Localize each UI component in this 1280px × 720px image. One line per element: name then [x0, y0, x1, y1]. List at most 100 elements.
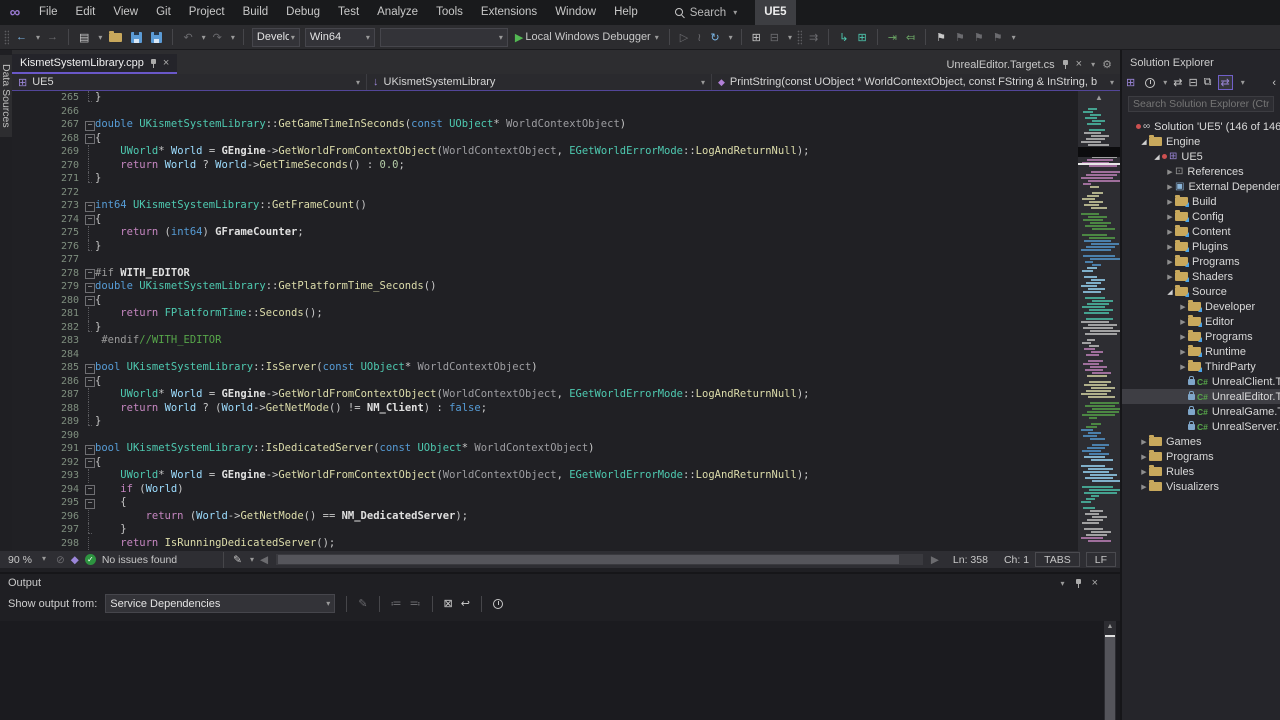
platform-combobox[interactable]: Win64▾ — [305, 28, 375, 47]
pending-changes-filter-icon[interactable] — [1145, 78, 1155, 88]
tree-item-unrealeditor-targ[interactable]: C#UnrealEditor.Targ — [1122, 389, 1280, 404]
fold-collapse-icon[interactable] — [84, 294, 95, 308]
code-line[interactable]: 288 return World ? (World->GetNetMode() … — [58, 402, 1120, 416]
menu-item-git[interactable]: Git — [147, 0, 180, 25]
expander-icon[interactable]: ▶ — [1139, 468, 1149, 476]
code-line[interactable]: 291bool UKismetSystemLibrary::IsDedicate… — [58, 442, 1120, 456]
start-without-debugging-button[interactable]: ▷ — [678, 29, 690, 46]
tree-item-content[interactable]: ▶Content — [1122, 224, 1280, 239]
code-line[interactable]: 286{ — [58, 375, 1120, 389]
expander-icon[interactable]: ▶ — [1178, 348, 1188, 356]
output-content[interactable]: ▲ — [0, 621, 1120, 720]
no-preview-icon[interactable]: ⊘ — [56, 554, 65, 566]
chevron-down-icon[interactable]: ▾ — [1012, 33, 1016, 42]
expander-icon[interactable]: ▶ — [1165, 243, 1175, 251]
show-all-files-icon[interactable]: ⧉ — [1204, 76, 1212, 89]
toolbar-overflow-icon[interactable]: ‹ — [1272, 77, 1276, 89]
tree-item-source[interactable]: ◢Source — [1122, 284, 1280, 299]
scroll-right-icon[interactable]: ▶ — [931, 554, 939, 566]
attach-icon[interactable]: ⇉ — [807, 29, 820, 46]
code-line[interactable]: 276} — [58, 240, 1120, 254]
tree-item-engine[interactable]: ◢Engine — [1122, 134, 1280, 149]
expander-icon[interactable]: ▶ — [1165, 228, 1175, 236]
chevron-down-icon[interactable]: ▾ — [36, 33, 40, 42]
fold-collapse-icon[interactable] — [84, 442, 95, 456]
menu-item-analyze[interactable]: Analyze — [368, 0, 427, 25]
expander-icon[interactable]: ▶ — [1165, 213, 1175, 221]
expander-icon[interactable]: ▶ — [1178, 318, 1188, 326]
sync-forward-icon[interactable]: ⇥ — [886, 29, 899, 46]
scroll-up-icon[interactable]: ▲ — [1078, 93, 1120, 102]
expander-icon[interactable]: ▶ — [1165, 168, 1175, 176]
previous-bookmark-button[interactable]: ⚑ — [953, 29, 967, 46]
menu-item-build[interactable]: Build — [234, 0, 278, 25]
code-line[interactable]: 271} — [58, 172, 1120, 186]
tree-item-unrealserver-targ[interactable]: C#UnrealServer.Targ — [1122, 419, 1280, 434]
fold-collapse-icon[interactable] — [84, 361, 95, 375]
code-line[interactable]: 284 — [58, 348, 1120, 362]
tree-item-plugins[interactable]: ▶Plugins — [1122, 239, 1280, 254]
expander-icon[interactable]: ▶ — [1178, 363, 1188, 371]
menu-item-extensions[interactable]: Extensions — [472, 0, 546, 25]
sync-with-active-document-icon[interactable]: ⇄ — [1218, 75, 1233, 90]
type-dropdown[interactable]: ↓ UKismetSystemLibrary ▾ — [367, 74, 712, 90]
code-line[interactable]: 289} — [58, 415, 1120, 429]
word-wrap-icon[interactable]: ↩ — [461, 597, 470, 610]
expander-icon[interactable]: ◢ — [1152, 153, 1162, 161]
tree-item-unrealgame-targ[interactable]: C#UnrealGame.Targ — [1122, 404, 1280, 419]
code-line[interactable]: 282} — [58, 321, 1120, 335]
chevron-down-icon[interactable]: ▾ — [231, 33, 235, 42]
tree-item-programs[interactable]: ▶Programs — [1122, 254, 1280, 269]
tree-item-rules[interactable]: ▶Rules — [1122, 464, 1280, 479]
navigate-forward-button[interactable]: → — [45, 29, 60, 45]
code-line[interactable]: 285bool UKismetSystemLibrary::IsServer(c… — [58, 361, 1120, 375]
code-line[interactable]: 290 — [58, 429, 1120, 443]
pin-icon[interactable] — [1075, 579, 1082, 588]
menu-item-help[interactable]: Help — [605, 0, 647, 25]
fold-collapse-icon[interactable] — [84, 375, 95, 389]
tree-item-unrealclient-targ[interactable]: C#UnrealClient.Targ — [1122, 374, 1280, 389]
code-line[interactable]: 279double UKismetSystemLibrary::GetPlatf… — [58, 280, 1120, 294]
fold-collapse-icon[interactable] — [84, 456, 95, 470]
fold-collapse-icon[interactable] — [84, 199, 95, 213]
output-source-select[interactable]: Service Dependencies▾ — [105, 594, 335, 613]
data-sources-tab[interactable]: Data Sources — [0, 55, 12, 137]
scrollbar-thumb[interactable] — [278, 555, 899, 564]
tab-kismetsystemlibrary[interactable]: KismetSystemLibrary.cpp × — [12, 54, 177, 74]
code-line[interactable]: 295 { — [58, 496, 1120, 510]
zoom-selector[interactable]: 90 %▾ — [4, 554, 50, 566]
expander-icon[interactable]: ▶ — [1139, 438, 1149, 446]
expander-icon[interactable]: ▶ — [1165, 183, 1175, 191]
tree-item-runtime[interactable]: ▶Runtime — [1122, 344, 1280, 359]
fold-collapse-icon[interactable] — [84, 280, 95, 294]
member-dropdown[interactable]: ◆ PrintString(const UObject * WorldConte… — [712, 74, 1120, 90]
code-line[interactable]: 275 return (int64) GFrameCounter; — [58, 226, 1120, 240]
line-indicator[interactable]: Ln: 358 — [953, 554, 988, 566]
tree-item-external-dependencies[interactable]: ▶▣External Dependencies — [1122, 179, 1280, 194]
column-indicator[interactable]: Ch: 1 — [1004, 554, 1029, 566]
expander-icon[interactable]: ▶ — [1139, 453, 1149, 461]
scrollbar-thumb[interactable] — [1105, 635, 1115, 720]
sync-back-icon[interactable]: ⤆ — [904, 29, 917, 46]
search-button[interactable]: Search ▾ — [667, 7, 745, 19]
close-icon[interactable]: × — [163, 58, 169, 69]
code-line[interactable]: 269 UWorld* World = GEngine->GetWorldFro… — [58, 145, 1120, 159]
code-line[interactable]: 281 return FPlatformTime::Seconds(); — [58, 307, 1120, 321]
tree-item-ue5[interactable]: ◢⊞UE5 — [1122, 149, 1280, 164]
step-into-specific-icon[interactable]: ⊞ — [855, 29, 868, 46]
code-line[interactable]: 280{ — [58, 294, 1120, 308]
menu-item-file[interactable]: File — [30, 0, 67, 25]
code-line[interactable]: 274{ — [58, 213, 1120, 227]
next-bookmark-button[interactable]: ⚑ — [972, 29, 986, 46]
code-line[interactable]: 298 return IsRunningDedicatedServer(); — [58, 537, 1120, 551]
code-line[interactable]: 294 if (World) — [58, 483, 1120, 497]
code-line[interactable]: 296 return (World->GetNetMode() == NM_De… — [58, 510, 1120, 524]
code-line[interactable]: 272 — [58, 186, 1120, 200]
tree-item-developer[interactable]: ▶Developer — [1122, 299, 1280, 314]
tree-item-games[interactable]: ▶Games — [1122, 434, 1280, 449]
fold-collapse-icon[interactable] — [84, 132, 95, 146]
menu-item-view[interactable]: View — [104, 0, 147, 25]
document-health-icon[interactable]: ◆ — [71, 554, 79, 566]
hot-reload-icon[interactable]: ≀ — [695, 29, 703, 46]
expander-icon[interactable]: ▶ — [1165, 273, 1175, 281]
